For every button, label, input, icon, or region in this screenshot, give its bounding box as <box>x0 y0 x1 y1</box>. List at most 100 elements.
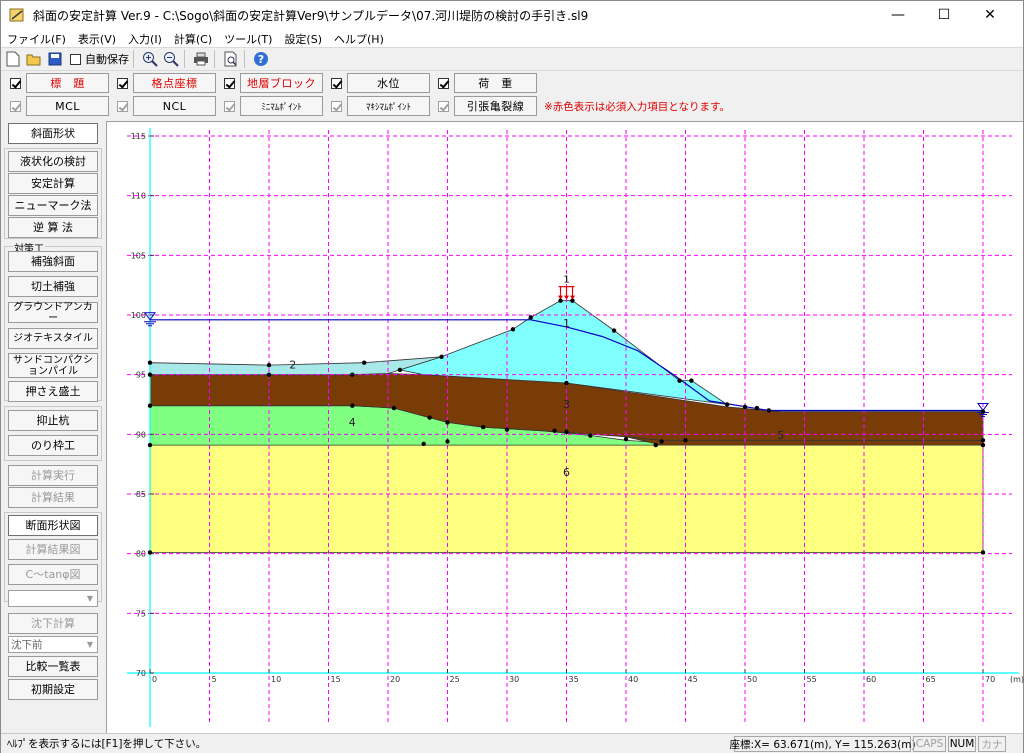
layer-block-checkbox[interactable] <box>224 77 235 89</box>
sand-compaction-pile-button[interactable]: サンドコンパクションパイル <box>8 353 98 378</box>
condition-panel: 標 題 格点座標 地層ブロック 水位 荷 重 MCL NCL ﾐﾆﾏﾑﾎﾟｲﾝﾄ… <box>1 71 1023 119</box>
geotextile-button[interactable]: ジオテキスタイル <box>8 328 98 349</box>
x-tick-label: 10 <box>271 675 281 684</box>
toolbar-separator <box>244 50 245 68</box>
x-tick-label: 45 <box>688 675 698 684</box>
mcl-button[interactable]: MCL <box>26 96 109 116</box>
y-tick-label: 90 <box>136 430 146 439</box>
compare-table-button[interactable]: 比較一覧表 <box>8 656 98 677</box>
mcl-checkbox[interactable] <box>10 100 21 112</box>
maximum-point-button[interactable]: ﾏｷｼﾏﾑﾎﾟｲﾝﾄ <box>347 96 430 116</box>
node-point <box>742 404 748 410</box>
close-icon: ✕ <box>984 7 996 23</box>
x-tick-label: 55 <box>807 675 817 684</box>
condition-row-1: 標 題 格点座標 地層ブロック 水位 荷 重 <box>5 72 540 94</box>
maximum-point-checkbox[interactable] <box>331 100 342 112</box>
tension-crack-checkbox[interactable] <box>438 100 449 112</box>
maximize-button[interactable]: ☐ <box>921 1 967 29</box>
restraint-pile-button[interactable]: 抑止杭 <box>8 410 98 431</box>
counterweight-fill-button[interactable]: 押さえ盛土 <box>8 381 98 402</box>
autosave-checkbox[interactable]: 自動保存 <box>70 51 129 67</box>
section-view-tab[interactable]: 断面形状図 <box>8 515 98 536</box>
zoom-in-icon[interactable] <box>141 50 159 68</box>
ncl-button[interactable]: NCL <box>133 96 216 116</box>
node-coord-button[interactable]: 格点座標 <box>133 73 216 93</box>
node-point <box>552 428 557 433</box>
minimum-point-checkbox[interactable] <box>224 100 235 112</box>
save-icon[interactable] <box>46 50 64 68</box>
menu-settings[interactable]: 設定(S) <box>278 29 328 47</box>
calc-result-button[interactable]: 計算結果 <box>8 487 98 508</box>
menu-calc[interactable]: 計算(C) <box>168 29 218 47</box>
ground-anchor-button[interactable]: グラウンドアンカー <box>8 302 98 324</box>
print-icon[interactable] <box>192 50 210 68</box>
toolbar-separator <box>184 50 185 68</box>
view-dropdown[interactable]: ▼ <box>8 590 98 607</box>
layer-block-button[interactable]: 地層ブロック <box>240 73 323 93</box>
node-point <box>980 438 986 443</box>
settlement-calc-button[interactable]: 沈下計算 <box>8 613 98 634</box>
ncl-checkbox[interactable] <box>117 100 128 112</box>
settlement-dropdown-value: 沈下前 <box>11 639 43 651</box>
x-tick-label: 30 <box>509 675 519 684</box>
menu-file[interactable]: ファイル(F) <box>1 29 72 47</box>
print-preview-icon[interactable] <box>222 50 240 68</box>
node-point <box>147 372 153 377</box>
new-file-icon[interactable] <box>4 50 22 68</box>
water-level-checkbox[interactable] <box>331 77 342 89</box>
minimum-point-condition: ﾐﾆﾏﾑﾎﾟｲﾝﾄ <box>219 96 323 116</box>
layer-label-1: 1 <box>563 317 570 330</box>
coordinate-readout: 座標:X= 63.671(m), Y= 115.263(m) <box>729 736 916 752</box>
menu-tools[interactable]: ツール(T) <box>218 29 278 47</box>
node-point <box>147 360 153 365</box>
water-level-button[interactable]: 水位 <box>347 73 430 93</box>
settlement-dropdown[interactable]: 沈下前 ▼ <box>8 636 98 653</box>
newmark-button[interactable]: ニューマーク法 <box>8 195 98 216</box>
y-tick-label: 115 <box>131 132 146 141</box>
slope-frame-button[interactable]: のり枠工 <box>8 435 98 456</box>
node-point <box>350 403 355 408</box>
caps-indicator: CAPS <box>913 736 946 752</box>
y-tick-label: 100 <box>131 311 146 320</box>
node-point <box>397 367 403 373</box>
node-point <box>623 436 629 442</box>
reinforced-slope-button[interactable]: 補強斜面 <box>8 251 98 272</box>
stability-calc-button[interactable]: 安定計算 <box>8 173 98 194</box>
menu-help[interactable]: ヘルプ(H) <box>328 29 390 47</box>
section-canvas[interactable]: 0 5 10 15 20 25 30 35 40 45 50 55 60 65 70 (m) 70 75 80 85 9… <box>106 121 1024 733</box>
help-icon[interactable]: ? <box>252 50 270 68</box>
node-point <box>558 298 563 303</box>
node-point <box>570 298 575 303</box>
load-condition: 荷 重 <box>433 73 537 93</box>
close-button[interactable]: ✕ <box>967 1 1013 29</box>
node-point <box>504 427 510 432</box>
condition-row-2: MCL NCL ﾐﾆﾏﾑﾎﾟｲﾝﾄ ﾏｷｼﾏﾑﾎﾟｲﾝﾄ 引張亀裂線 ※赤色表示… <box>5 95 730 117</box>
cut-reinforcement-button[interactable]: 切土補強 <box>8 276 98 297</box>
title-checkbox[interactable] <box>10 77 21 89</box>
initial-settings-button[interactable]: 初期設定 <box>8 679 98 700</box>
slope-shape-tab[interactable]: 斜面形状 <box>8 123 98 144</box>
minimize-button[interactable]: — <box>875 1 921 29</box>
x-tick-label: 60 <box>866 675 876 684</box>
load-checkbox[interactable] <box>438 77 449 89</box>
result-view-tab[interactable]: 計算結果図 <box>8 539 98 560</box>
menu-view[interactable]: 表示(V) <box>72 29 122 47</box>
liquefaction-button[interactable]: 液状化の検討 <box>8 151 98 172</box>
title-button[interactable]: 標 題 <box>26 73 109 93</box>
back-analysis-button[interactable]: 逆 算 法 <box>8 217 98 238</box>
tension-crack-button[interactable]: 引張亀裂線 <box>454 96 537 116</box>
menu-input[interactable]: 入力(I) <box>122 29 168 47</box>
open-folder-icon[interactable] <box>25 50 43 68</box>
node-point <box>427 415 432 420</box>
c-tanphi-view-tab[interactable]: C～tanφ図 <box>8 564 98 585</box>
calc-run-button[interactable]: 計算実行 <box>8 465 98 486</box>
node-coord-checkbox[interactable] <box>117 77 128 89</box>
node-point <box>147 442 153 448</box>
load-button[interactable]: 荷 重 <box>454 73 537 93</box>
minimum-point-button[interactable]: ﾐﾆﾏﾑﾎﾟｲﾝﾄ <box>240 96 323 116</box>
chevron-down-icon: ▼ <box>86 640 94 649</box>
autosave-check <box>70 53 81 65</box>
svg-text:?: ? <box>258 53 264 66</box>
node-point <box>659 439 664 444</box>
zoom-out-icon[interactable] <box>162 50 180 68</box>
